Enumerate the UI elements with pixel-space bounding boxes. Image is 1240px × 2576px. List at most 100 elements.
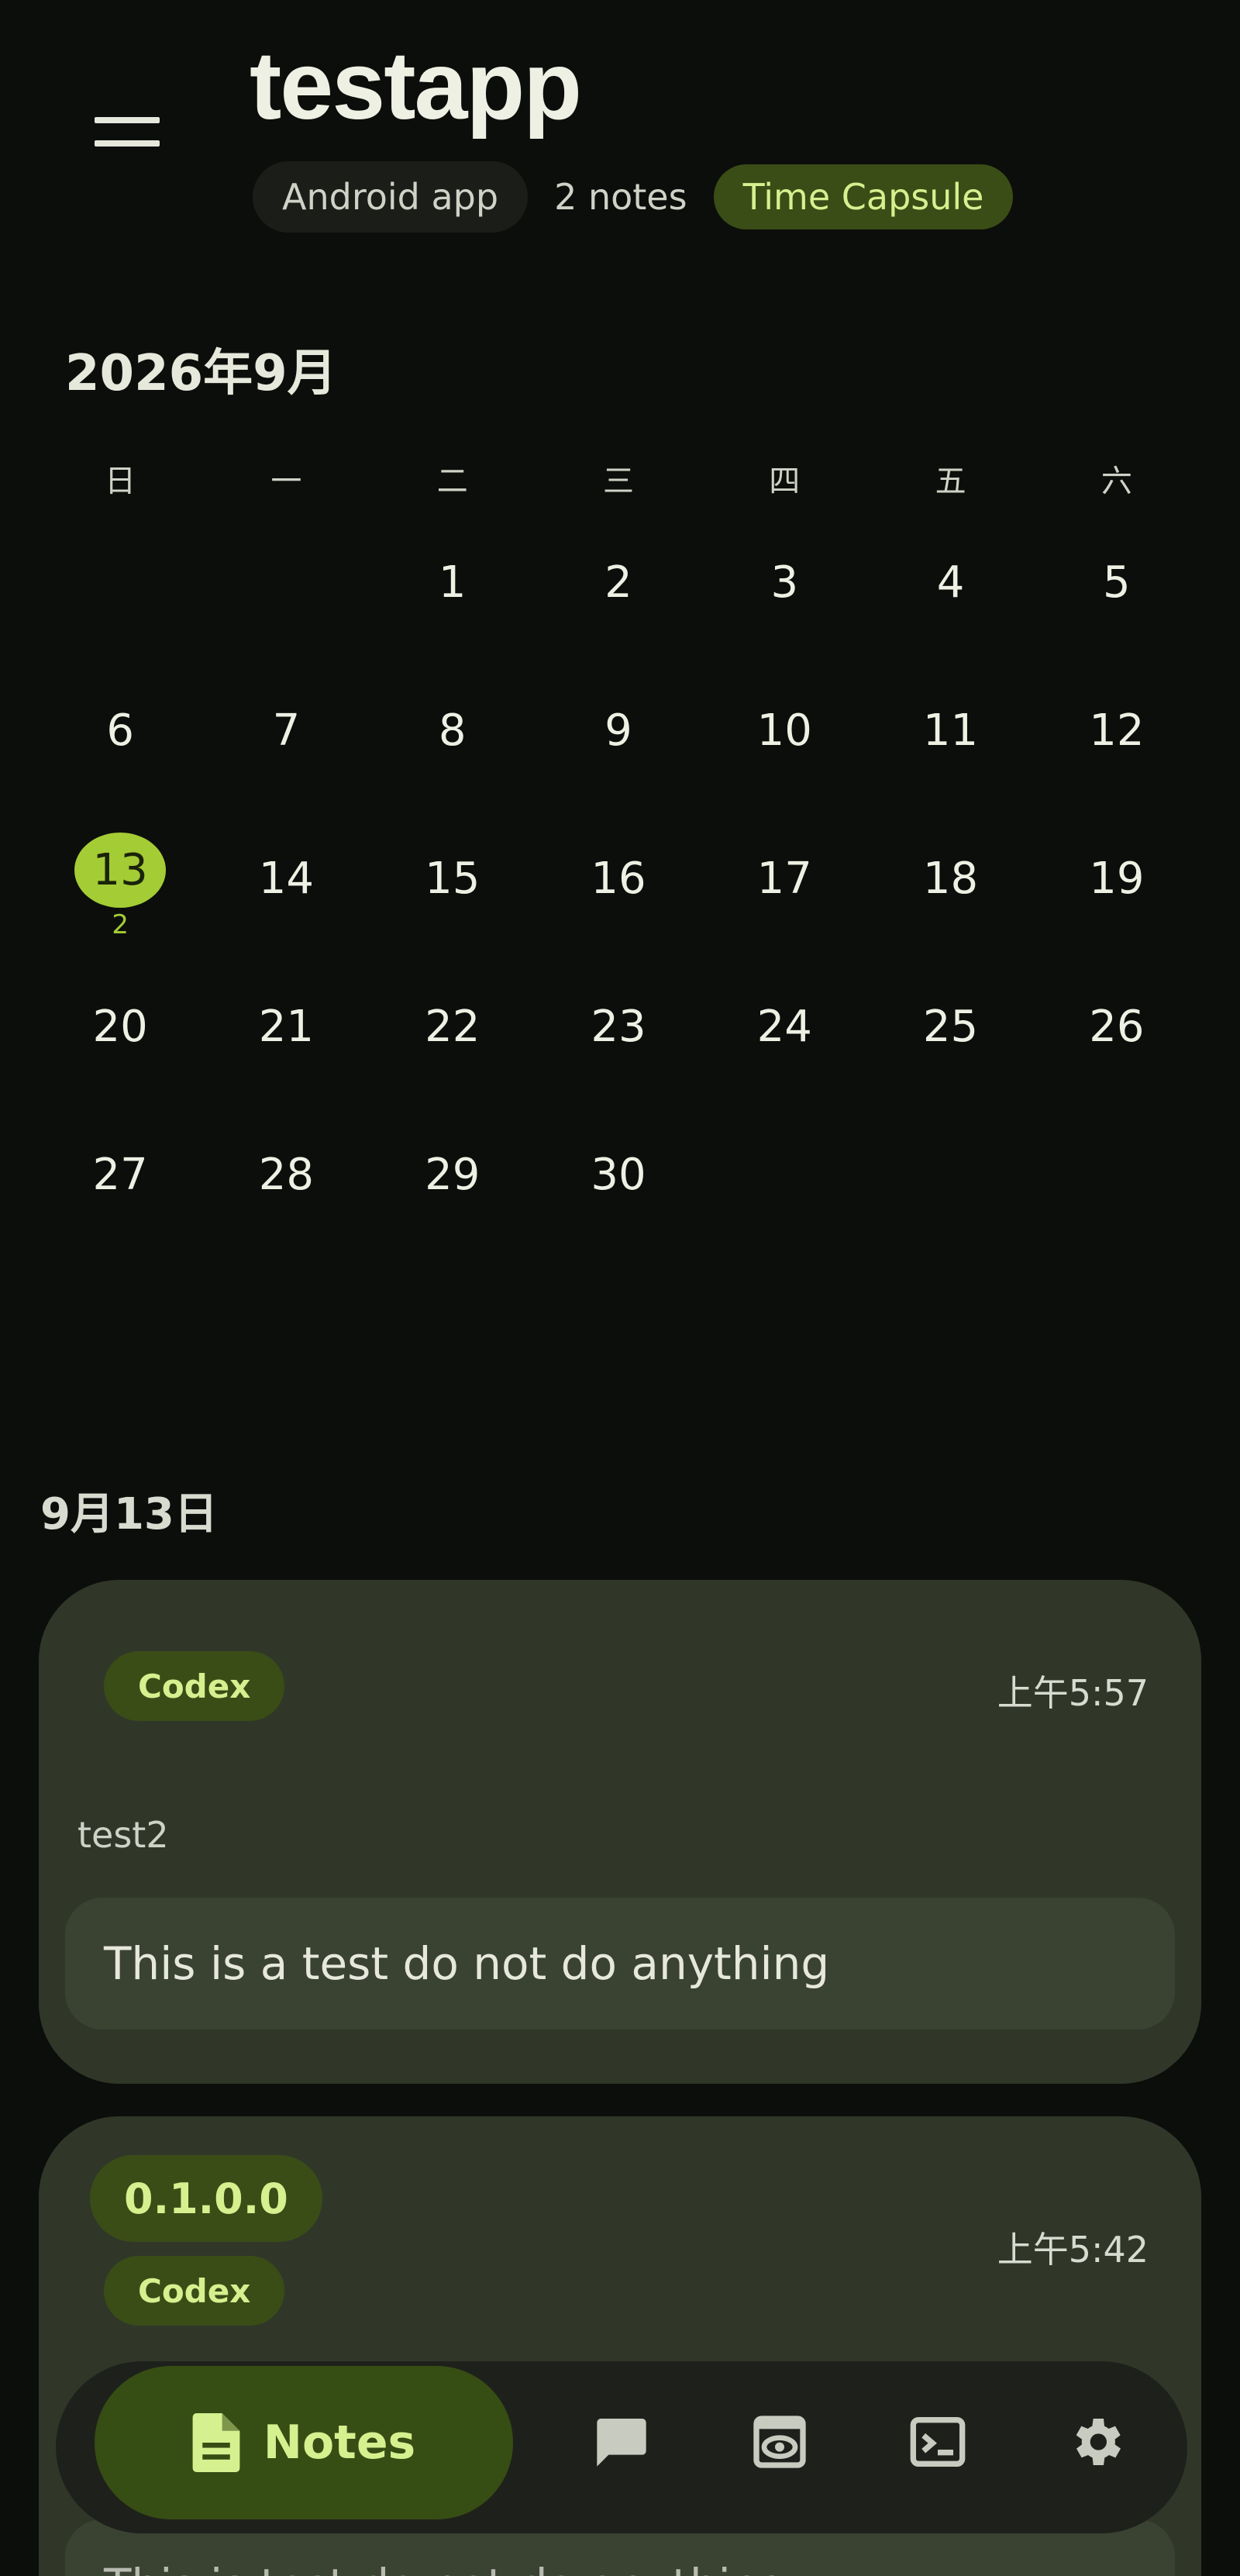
month-title: 2026年9月 bbox=[65, 345, 337, 402]
calendar-day-number: 10 bbox=[756, 705, 812, 756]
calendar-day[interactable]: 3 bbox=[701, 496, 867, 644]
nav-terminal[interactable] bbox=[907, 2411, 969, 2473]
calendar-empty-cell bbox=[867, 1088, 1033, 1236]
nav-preview[interactable] bbox=[749, 2411, 811, 2473]
calendar-day[interactable]: 23 bbox=[536, 940, 701, 1088]
weekday-header: 日 一 二 三 四 五 六 bbox=[37, 456, 1200, 501]
calendar-day[interactable]: 20 bbox=[37, 940, 203, 1088]
calendar-day-number: 16 bbox=[591, 853, 646, 904]
app-title: testapp bbox=[250, 33, 582, 140]
calendar-day-number: 27 bbox=[92, 1149, 148, 1200]
day-note-count: 2 bbox=[112, 909, 129, 940]
nav-notes[interactable]: Notes bbox=[95, 2366, 513, 2519]
menu-line bbox=[95, 117, 160, 123]
day-title: 9月13日 bbox=[40, 1489, 218, 1540]
calendar-day-number: 8 bbox=[438, 705, 467, 756]
note-tag: Codex bbox=[104, 2256, 285, 2326]
calendar-day[interactable]: 30 bbox=[536, 1088, 701, 1236]
calendar-day[interactable]: 6 bbox=[37, 644, 203, 792]
calendar-grid: 1 2 3 4 5 6 7 8 9 10 11 12 13 2 14 15 16 17 18 19 20 21 22 23 24… bbox=[37, 496, 1200, 1236]
calendar-day-number: 15 bbox=[425, 853, 480, 904]
calendar-day-number: 22 bbox=[425, 1001, 480, 1052]
app-screen: testapp Android app 2 notes Time Capsule… bbox=[0, 0, 1240, 2576]
calendar-day[interactable]: 22 bbox=[370, 940, 536, 1088]
calendar-day-number: 20 bbox=[92, 1001, 148, 1052]
weekday-label: 六 bbox=[1100, 464, 1132, 499]
menu-button[interactable] bbox=[90, 102, 164, 161]
calendar-day[interactable]: 1 bbox=[370, 496, 536, 644]
version-tag: 0.1.0.0 bbox=[90, 2155, 322, 2242]
calendar-day-selected[interactable]: 13 2 bbox=[37, 792, 203, 940]
calendar-day-number: 28 bbox=[258, 1149, 315, 1200]
calendar-day[interactable]: 25 bbox=[867, 940, 1033, 1088]
note-card[interactable]: Codex 上午5:57 test2 This is a test do not… bbox=[39, 1580, 1201, 2084]
calendar-day[interactable]: 11 bbox=[867, 644, 1033, 792]
calendar-day[interactable]: 12 bbox=[1034, 644, 1200, 792]
calendar-day-number: 12 bbox=[1089, 705, 1145, 756]
note-time: 上午5:42 bbox=[997, 2229, 1149, 2271]
calendar-day[interactable]: 24 bbox=[701, 940, 867, 1088]
calendar-day-number: 19 bbox=[1089, 853, 1145, 904]
nav-chat[interactable] bbox=[591, 2411, 653, 2473]
calendar-day-number: 30 bbox=[591, 1149, 646, 1200]
calendar-day[interactable]: 18 bbox=[867, 792, 1033, 940]
calendar-day-number: 1 bbox=[438, 557, 467, 608]
calendar-day[interactable]: 29 bbox=[370, 1088, 536, 1236]
calendar-day-number: 24 bbox=[756, 1001, 812, 1052]
weekday-label: 五 bbox=[935, 464, 966, 499]
calendar-day-number: 21 bbox=[258, 1001, 315, 1052]
note-title: test2 bbox=[78, 1814, 169, 1856]
calendar-day[interactable]: 9 bbox=[536, 644, 701, 792]
calendar-day[interactable]: 28 bbox=[203, 1088, 369, 1236]
header-chips: Android app 2 notes Time Capsule bbox=[253, 161, 1014, 233]
calendar-day-number: 5 bbox=[1103, 557, 1131, 608]
chat-icon bbox=[597, 2419, 646, 2467]
calendar-day-number: 18 bbox=[922, 853, 979, 904]
calendar-day-number: 2 bbox=[604, 557, 632, 608]
calendar-empty-cell bbox=[37, 496, 203, 644]
calendar-day[interactable]: 19 bbox=[1034, 792, 1200, 940]
settings-icon bbox=[1076, 2419, 1121, 2465]
calendar-day-number: 25 bbox=[922, 1001, 979, 1052]
calendar-day[interactable]: 26 bbox=[1034, 940, 1200, 1088]
calendar-day[interactable]: 21 bbox=[203, 940, 369, 1088]
calendar-day[interactable]: 14 bbox=[203, 792, 369, 940]
calendar-day[interactable]: 17 bbox=[701, 792, 867, 940]
calendar-day[interactable]: 10 bbox=[701, 644, 867, 792]
calendar-day-number: 9 bbox=[604, 705, 632, 756]
calendar-day-number: 13 bbox=[74, 833, 167, 908]
calendar-day[interactable]: 7 bbox=[203, 644, 369, 792]
calendar-day-number: 11 bbox=[922, 705, 979, 756]
weekday-label: 日 bbox=[105, 464, 136, 499]
calendar-empty-cell bbox=[701, 1088, 867, 1236]
preview-icon bbox=[753, 2416, 806, 2468]
calendar-day[interactable]: 8 bbox=[370, 644, 536, 792]
calendar-day-number: 3 bbox=[770, 557, 799, 608]
weekday-label: 一 bbox=[270, 464, 302, 499]
notes-icon bbox=[192, 2413, 240, 2472]
nav-settings[interactable] bbox=[1065, 2411, 1127, 2473]
note-tag: Codex bbox=[104, 1651, 285, 1721]
calendar-day-number: 14 bbox=[258, 853, 315, 904]
calendar-day[interactable]: 4 bbox=[867, 496, 1033, 644]
calendar-day-number: 17 bbox=[756, 853, 812, 904]
weekday-label: 二 bbox=[436, 464, 468, 499]
calendar-day[interactable]: 2 bbox=[536, 496, 701, 644]
calendar-day[interactable]: 27 bbox=[37, 1088, 203, 1236]
weekday-label: 四 bbox=[769, 464, 801, 499]
calendar-day-number: 26 bbox=[1089, 1001, 1145, 1052]
menu-line bbox=[95, 140, 160, 147]
calendar-day[interactable]: 5 bbox=[1034, 496, 1200, 644]
time-capsule-chip[interactable]: Time Capsule bbox=[713, 164, 1014, 229]
calendar-day-number: 23 bbox=[591, 1001, 646, 1052]
calendar-day[interactable]: 15 bbox=[370, 792, 536, 940]
calendar-day-number: 6 bbox=[106, 705, 134, 756]
calendar-day[interactable]: 16 bbox=[536, 792, 701, 940]
platform-chip[interactable]: Android app bbox=[253, 161, 529, 233]
calendar-empty-cell bbox=[203, 496, 369, 644]
calendar-day-number: 4 bbox=[936, 557, 965, 608]
calendar-day-number: 7 bbox=[272, 705, 301, 756]
note-time: 上午5:57 bbox=[997, 1672, 1149, 1714]
notes-count: 2 notes bbox=[554, 176, 687, 218]
calendar-day-number: 29 bbox=[425, 1149, 480, 1200]
